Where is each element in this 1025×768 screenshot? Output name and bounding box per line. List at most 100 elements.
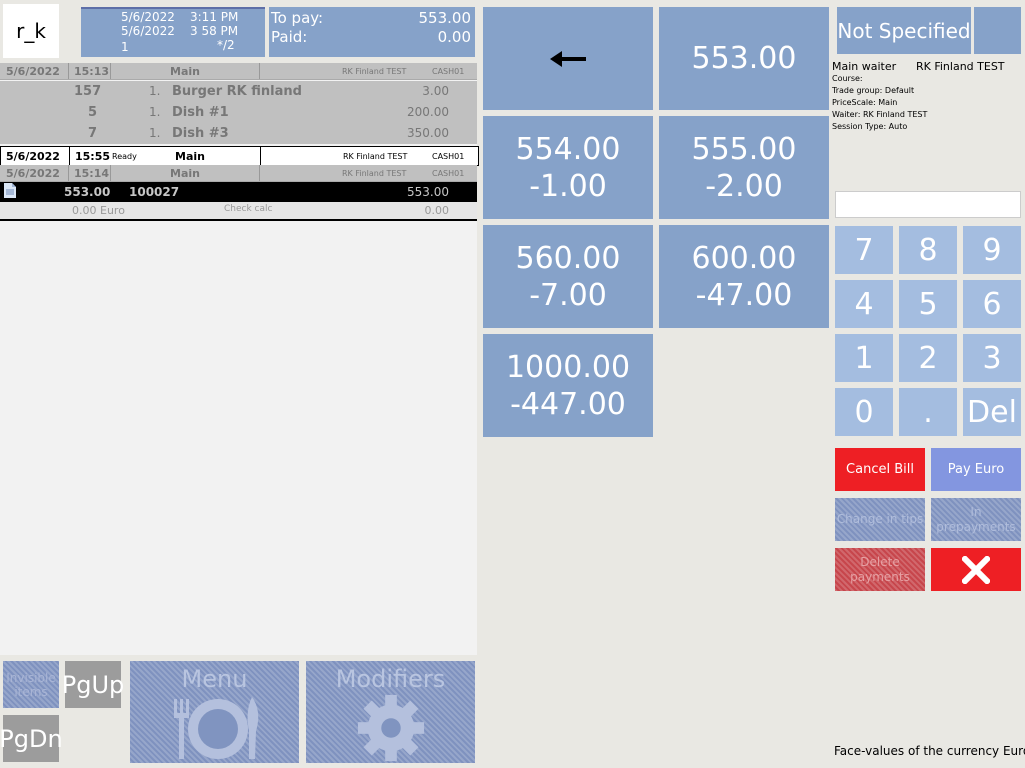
session-header[interactable]: 5/6/2022 15:13 Main RK Finland TEST CASH… <box>0 63 477 80</box>
key-5[interactable]: 5 <box>899 280 957 328</box>
trade-group-info: Trade group: Default <box>832 86 915 95</box>
session-status: Ready <box>112 151 137 161</box>
footer-label: Check calc <box>224 204 273 214</box>
item-qty: 1. <box>149 84 161 98</box>
amount-value: 600.00 <box>691 240 797 276</box>
table-number: */2 <box>217 38 235 52</box>
key-delete[interactable]: Del <box>963 388 1021 436</box>
session-station: CASH01 <box>432 151 465 161</box>
modifiers-button[interactable]: Modifiers <box>306 661 475 763</box>
item-price: 200.00 <box>407 105 449 119</box>
item-code: 5 <box>88 105 98 120</box>
amount-value: 1000.00 <box>505 349 631 385</box>
item-code: 157 <box>74 84 102 99</box>
amount-change: -47.00 <box>695 277 793 313</box>
order-item[interactable]: 157 1. Burger RK finland 3.00 <box>0 81 477 102</box>
amount-value: 560.00 <box>515 240 621 276</box>
document-icon <box>4 183 16 201</box>
amount-change: -1.00 <box>529 168 607 204</box>
amount-value: 554.00 <box>515 131 621 167</box>
session-time: 15:13 <box>69 63 111 79</box>
key-3[interactable]: 3 <box>963 334 1021 382</box>
check-footer: 0.00 Euro Check calc 0.00 <box>0 202 477 221</box>
amount-value: 553.00 <box>691 41 797 76</box>
amount-button[interactable]: 1000.00 -447.00 <box>483 334 653 437</box>
key-0[interactable]: 0 <box>835 388 893 436</box>
delete-payments-button[interactable]: Delete payments <box>835 548 925 591</box>
page-down-button[interactable]: PgDn <box>0 715 63 762</box>
amount-change: -447.00 <box>510 386 626 422</box>
order-list[interactable]: 5/6/2022 15:13 Main RK Finland TEST CASH… <box>0 63 479 655</box>
main-waiter-label: Main waiter <box>832 60 897 73</box>
amount-button[interactable]: 553.00 <box>659 7 829 110</box>
check-number: 100027 <box>129 185 180 199</box>
key-2[interactable]: 2 <box>899 334 957 382</box>
amount-input[interactable] <box>835 191 1021 218</box>
pay-euro-button[interactable]: Pay Euro <box>931 448 1021 491</box>
in-prepayments-button[interactable]: In prepayments <box>931 498 1021 541</box>
amount-button[interactable]: 560.00 -7.00 <box>483 225 653 328</box>
key-6[interactable]: 6 <box>963 280 1021 328</box>
currency-selector[interactable]: Not Specified <box>837 7 971 54</box>
order-info: Main waiter RK Finland TEST Course: Trad… <box>832 60 1022 166</box>
order-item[interactable]: 7 1. Dish #3 350.00 <box>0 123 477 144</box>
item-name: Dish #1 <box>172 105 229 120</box>
change-in-tips-button[interactable]: Change in tips <box>835 498 925 541</box>
page-up-button[interactable]: PgUp <box>62 661 124 708</box>
modifiers-label: Modifiers <box>335 665 446 693</box>
session-time: 15:55 <box>75 149 111 163</box>
main-waiter-value: RK Finland TEST <box>916 60 1005 73</box>
logo: r_k <box>3 4 59 58</box>
menu-button[interactable]: Menu <box>130 661 299 763</box>
session-dates: 5/6/2022 3:11 PM 5/6/2022 3 58 PM 1 */2 <box>81 7 265 57</box>
start-date: 5/6/2022 <box>121 10 175 24</box>
invisible-items-button[interactable]: Invisible items <box>3 661 59 708</box>
session-waiter: RK Finland TEST <box>342 66 407 76</box>
menu-label: Menu <box>181 665 248 693</box>
session-date: 5/6/2022 <box>0 165 69 181</box>
session-header[interactable]: 5/6/2022 15:14 Main RK Finland TEST CASH… <box>0 165 477 182</box>
amount-button[interactable]: 600.00 -47.00 <box>659 225 829 328</box>
payment-amount: 553.00 <box>64 185 111 199</box>
cancel-bill-button[interactable]: Cancel Bill <box>835 448 925 491</box>
key-1[interactable]: 1 <box>835 334 893 382</box>
key-7[interactable]: 7 <box>835 226 893 274</box>
key-4[interactable]: 4 <box>835 280 893 328</box>
item-qty: 1. <box>149 105 161 119</box>
session-waiter: RK Finland TEST <box>343 151 408 161</box>
session-header-active[interactable]: 5/6/2022 15:55 Ready Main RK Finland TES… <box>0 146 479 166</box>
amount-change: -7.00 <box>529 277 607 313</box>
item-qty: 1. <box>149 126 161 140</box>
to-pay-value: 553.00 <box>418 9 472 27</box>
close-icon <box>962 555 990 584</box>
close-button[interactable] <box>931 548 1021 591</box>
footer-value: 0.00 <box>424 204 450 217</box>
end-date: 5/6/2022 <box>121 24 175 38</box>
paid-label: Paid: <box>271 28 308 46</box>
to-pay-label: To pay: <box>271 9 324 27</box>
session-time: 15:14 <box>69 165 111 181</box>
backspace-button[interactable] <box>483 7 653 110</box>
waiter-info: Waiter: RK Finland TEST <box>832 110 928 119</box>
session-date: 5/6/2022 <box>0 63 69 79</box>
price-scale-info: PriceScale: Main <box>832 98 898 107</box>
item-code: 7 <box>88 126 98 141</box>
face-values-label: Face-values of the currency Euro <box>834 744 1025 758</box>
session-waiter: RK Finland TEST <box>342 168 407 178</box>
key-decimal[interactable]: . <box>899 388 957 436</box>
amount-button[interactable]: 555.00 -2.00 <box>659 116 829 219</box>
amount-change: -2.00 <box>705 168 783 204</box>
session-type-info: Session Type: Auto <box>832 122 908 131</box>
key-8[interactable]: 8 <box>899 226 957 274</box>
course-info: Course: <box>832 74 863 83</box>
amount-button[interactable]: 554.00 -1.00 <box>483 116 653 219</box>
payment-row[interactable]: 553.00 100027 553.00 <box>0 182 477 202</box>
order-item[interactable]: 5 1. Dish #1 200.00 <box>0 102 477 123</box>
item-name: Dish #3 <box>172 126 229 141</box>
session-name: Main <box>111 165 260 181</box>
key-9[interactable]: 9 <box>963 226 1021 274</box>
currency-selector-extra[interactable] <box>974 7 1021 54</box>
item-price: 350.00 <box>407 126 449 140</box>
gear-icon <box>357 694 424 762</box>
arrow-left-icon <box>550 50 586 67</box>
